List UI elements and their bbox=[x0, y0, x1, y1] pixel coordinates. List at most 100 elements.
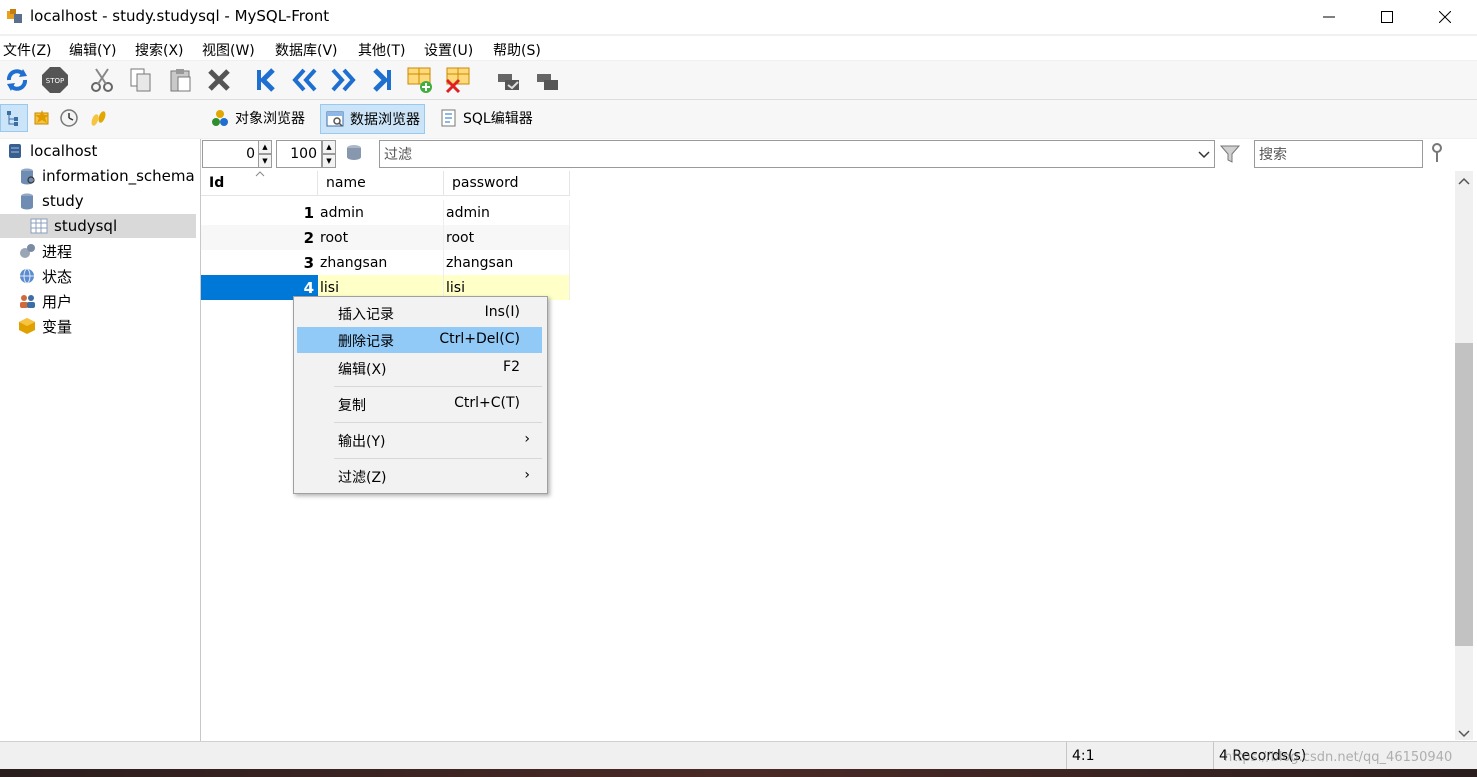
tab-sql-editor[interactable]: SQL编辑器 bbox=[436, 104, 537, 132]
menu-item-copy[interactable]: 复制 Ctrl+C(T) bbox=[297, 391, 542, 417]
close-button[interactable] bbox=[1416, 0, 1474, 34]
tree-item-label: localhost bbox=[30, 142, 98, 160]
offset-stepper[interactable]: ▲ ▼ bbox=[258, 140, 272, 168]
table-row-id[interactable]: 3 bbox=[201, 250, 318, 275]
filter-button[interactable] bbox=[1219, 143, 1241, 169]
stepper-up-icon[interactable]: ▲ bbox=[258, 140, 272, 154]
search-button[interactable] bbox=[1430, 142, 1446, 168]
first-record-button[interactable] bbox=[251, 65, 281, 95]
search-icon bbox=[1432, 143, 1442, 162]
title-bar: localhost - study.studysql - MySQL-Front bbox=[0, 0, 1477, 34]
tab-object-browser[interactable]: 对象浏览器 bbox=[206, 104, 309, 132]
menu-database[interactable]: 数据库(V) bbox=[275, 40, 338, 60]
favorites-button[interactable] bbox=[28, 104, 56, 132]
stepper-down-icon[interactable]: ▼ bbox=[322, 154, 336, 168]
watermark: https://blog.csdn.net/qq_46150940 bbox=[1224, 750, 1453, 765]
last-record-button[interactable] bbox=[367, 65, 397, 95]
menu-bar: 文件(Z) 编辑(Y) 搜索(X) 视图(W) 数据库(V) 其他(T) 设置(… bbox=[0, 36, 1477, 60]
column-header-id[interactable]: Id bbox=[201, 171, 318, 196]
database-icon bbox=[21, 193, 33, 210]
minimize-icon bbox=[1323, 16, 1335, 18]
menu-help[interactable]: 帮助(S) bbox=[493, 40, 541, 60]
menu-item-edit[interactable]: 编辑(X) F2 bbox=[297, 355, 542, 381]
table-cell-name[interactable]: root bbox=[318, 225, 444, 250]
menu-edit[interactable]: 编辑(Y) bbox=[69, 40, 116, 60]
bookmarks-button[interactable] bbox=[84, 104, 112, 132]
column-header-name[interactable]: name bbox=[318, 171, 444, 196]
menu-file[interactable]: 文件(Z) bbox=[3, 40, 52, 60]
tree-item-users[interactable]: 用户 bbox=[18, 289, 72, 313]
refresh-button[interactable] bbox=[2, 65, 32, 95]
menu-other[interactable]: 其他(T) bbox=[358, 40, 405, 60]
first-record-icon bbox=[257, 68, 275, 92]
limit-input[interactable]: 100 bbox=[276, 140, 322, 168]
scrollbar-thumb[interactable] bbox=[1455, 343, 1473, 646]
commit-button[interactable] bbox=[494, 65, 524, 95]
search-placeholder: 搜索 bbox=[1259, 147, 1287, 163]
context-menu: 插入记录 Ins(I) 删除记录 Ctrl+Del(C) 编辑(X) F2 复制… bbox=[293, 296, 548, 494]
menu-item-filter[interactable]: 过滤(Z) › bbox=[297, 463, 542, 489]
limit-stepper[interactable]: ▲ ▼ bbox=[322, 140, 336, 168]
menu-separator bbox=[334, 458, 542, 459]
menu-item-export[interactable]: 输出(Y) › bbox=[297, 427, 542, 453]
paste-button[interactable] bbox=[166, 65, 196, 95]
history-button[interactable] bbox=[55, 104, 83, 132]
table-cell-password[interactable]: zhangsan bbox=[444, 250, 570, 275]
next-page-button[interactable] bbox=[328, 65, 358, 95]
column-header-password[interactable]: password bbox=[444, 171, 570, 196]
search-input[interactable]: 搜索 bbox=[1254, 140, 1423, 168]
tab-data-browser[interactable]: 数据浏览器 bbox=[320, 104, 425, 134]
tree-item-status[interactable]: 状态 bbox=[18, 264, 72, 288]
tree-view-button[interactable] bbox=[0, 104, 28, 132]
status-divider bbox=[1213, 742, 1214, 770]
scroll-up-icon[interactable] bbox=[1457, 174, 1471, 190]
history-icon bbox=[60, 109, 78, 127]
stepper-up-icon[interactable]: ▲ bbox=[322, 140, 336, 154]
copy-icon bbox=[130, 68, 151, 92]
app-icon bbox=[6, 8, 24, 26]
copy-button[interactable] bbox=[126, 65, 156, 95]
rollback-button[interactable] bbox=[533, 65, 563, 95]
chevron-down-icon[interactable] bbox=[1198, 151, 1210, 159]
menu-item-delete-record[interactable]: 删除记录 Ctrl+Del(C) bbox=[297, 327, 542, 353]
prev-page-button[interactable] bbox=[290, 65, 320, 95]
table-icon bbox=[30, 218, 48, 234]
tree-item-label: 变量 bbox=[42, 317, 73, 336]
object-tree: localhost information_schema study study… bbox=[0, 139, 201, 741]
server-icon bbox=[9, 144, 21, 158]
stop-button[interactable]: STOP bbox=[40, 65, 70, 95]
table-row-id[interactable]: 2 bbox=[201, 225, 318, 250]
table-cell-name[interactable]: admin bbox=[318, 200, 444, 225]
menu-settings[interactable]: 设置(U) bbox=[424, 40, 473, 60]
delete-row-button[interactable] bbox=[444, 65, 474, 95]
view-toolbar: 对象浏览器 数据浏览器 SQL编辑器 bbox=[0, 100, 1477, 138]
minimize-button[interactable] bbox=[1300, 0, 1358, 34]
delete-button[interactable] bbox=[204, 65, 234, 95]
chevron-right-icon: › bbox=[524, 467, 530, 483]
tree-item-processes[interactable]: 进程 bbox=[18, 239, 72, 263]
filter-input[interactable]: 过滤 bbox=[379, 140, 1215, 168]
tree-item-variables[interactable]: 变量 bbox=[18, 314, 72, 338]
tree-item-label: 状态 bbox=[42, 267, 73, 286]
maximize-button[interactable] bbox=[1358, 0, 1416, 34]
menu-view[interactable]: 视图(W) bbox=[202, 40, 255, 60]
menu-search[interactable]: 搜索(X) bbox=[135, 40, 184, 60]
menu-item-insert-record[interactable]: 插入记录 Ins(I) bbox=[297, 300, 542, 326]
table-cell-password[interactable]: root bbox=[444, 225, 570, 250]
tree-item-information-schema[interactable]: information_schema bbox=[18, 164, 195, 188]
tab-sql-editor-label: SQL编辑器 bbox=[463, 111, 533, 127]
table-row-id[interactable]: 1 bbox=[201, 200, 318, 225]
table-cell-name[interactable]: zhangsan bbox=[318, 250, 444, 275]
insert-row-button[interactable] bbox=[405, 65, 435, 95]
tree-item-label: information_schema bbox=[42, 167, 195, 185]
tree-item-study[interactable]: study bbox=[18, 189, 84, 213]
cut-button[interactable] bbox=[87, 65, 117, 95]
tree-item-localhost[interactable]: localhost bbox=[6, 139, 97, 163]
offset-input[interactable]: 0 bbox=[202, 140, 260, 168]
table-cell-password[interactable]: admin bbox=[444, 200, 570, 225]
apply-limit-button[interactable] bbox=[344, 143, 364, 167]
maximize-icon bbox=[1381, 11, 1393, 23]
tree-item-studysql[interactable]: studysql bbox=[0, 214, 196, 238]
stepper-down-icon[interactable]: ▼ bbox=[258, 154, 272, 168]
data-browser-icon bbox=[326, 111, 344, 127]
